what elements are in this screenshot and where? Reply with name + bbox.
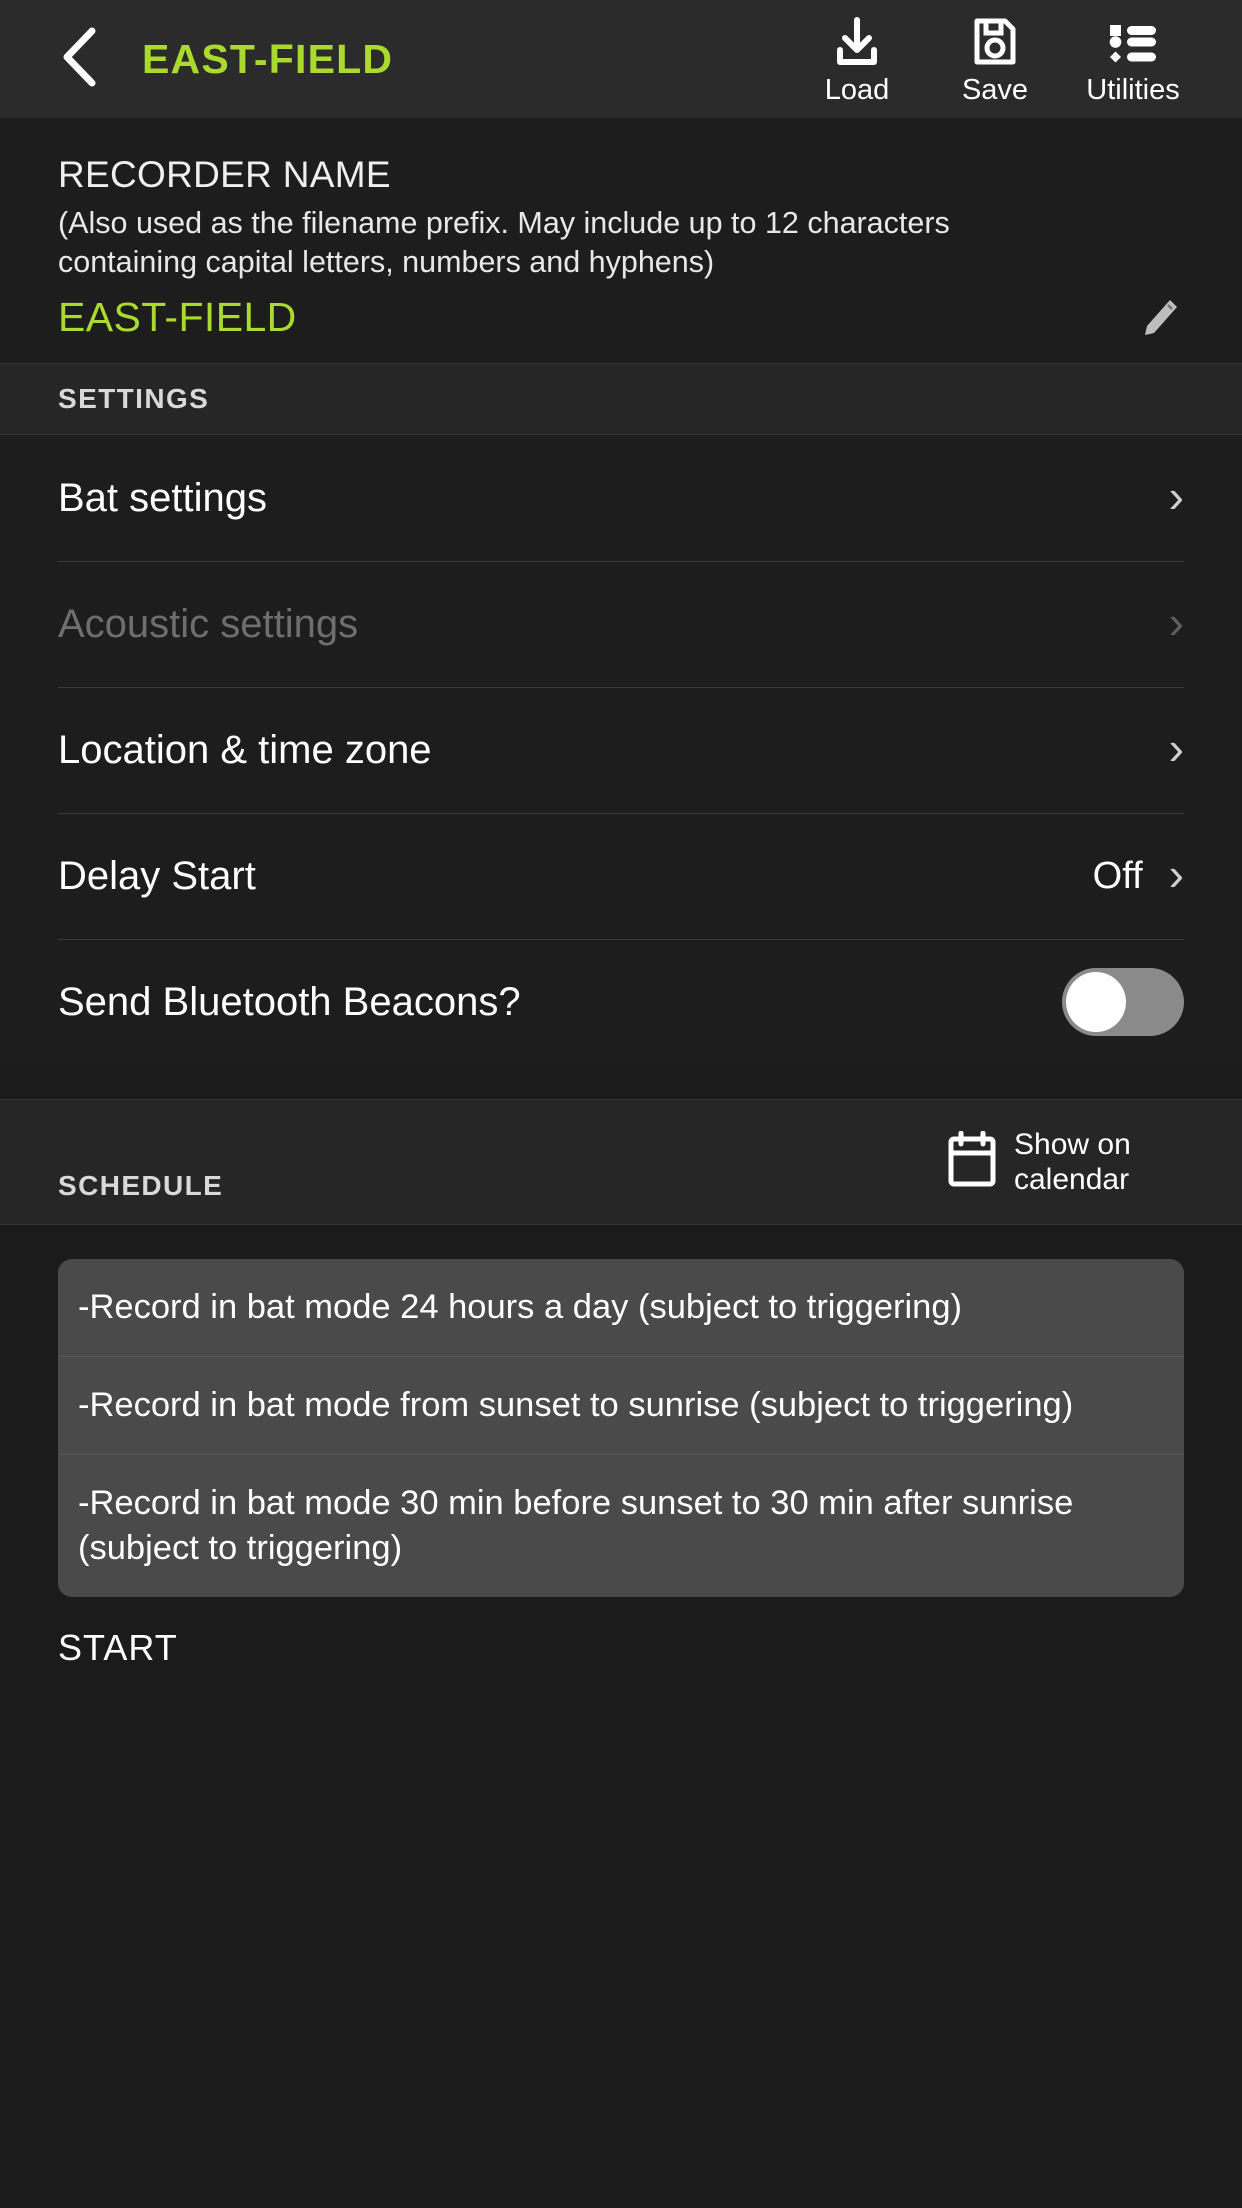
settings-row-label: Location & time zone	[58, 727, 432, 772]
settings-row-accessory: ›	[1168, 596, 1184, 648]
recorder-name-hint: (Also used as the filename prefix. May i…	[58, 206, 950, 279]
settings-row-label: Bat settings	[58, 475, 268, 520]
settings-row-delay-start[interactable]: Delay Start Off ›	[58, 813, 1184, 939]
chevron-right-icon: ›	[1168, 848, 1184, 900]
utilities-button[interactable]: Utilities	[1064, 12, 1202, 107]
pencil-icon[interactable]	[1140, 297, 1180, 339]
start-label: START	[58, 1627, 178, 1668]
settings-row-label: Acoustic settings	[58, 601, 359, 646]
section-spacer	[0, 1065, 1242, 1099]
recorder-name-value: EAST-FIELD	[58, 294, 297, 340]
toggle-knob	[1066, 972, 1126, 1032]
app-header: EAST-FIELD Load Save Utilities	[0, 0, 1242, 118]
settings-row-label: Send Bluetooth Beacons?	[58, 979, 521, 1024]
back-button[interactable]	[58, 23, 118, 95]
header-actions: Load Save Utilities	[788, 12, 1202, 107]
download-icon	[833, 16, 881, 68]
schedule-list-wrapper: -Record in bat mode 24 hours a day (subj…	[0, 1225, 1242, 2208]
recorder-name-row[interactable]: EAST-FIELD	[58, 294, 1184, 363]
chevron-right-icon: ›	[1168, 596, 1184, 648]
utilities-button-label: Utilities	[1086, 73, 1180, 106]
floppy-disk-icon	[972, 16, 1018, 68]
bluetooth-beacons-toggle[interactable]	[1062, 968, 1184, 1036]
show-on-calendar-label: Show on calendar	[1014, 1128, 1131, 1196]
schedule-card: -Record in bat mode 24 hours a day (subj…	[58, 1259, 1184, 1597]
schedule-item[interactable]: -Record in bat mode from sunset to sunri…	[58, 1356, 1184, 1454]
show-on-calendar-button[interactable]: Show on calendar	[946, 1127, 1184, 1197]
settings-section-header: SETTINGS	[0, 363, 1242, 435]
schedule-section-label: SCHEDULE	[58, 1170, 224, 1201]
settings-row-location-time-zone[interactable]: Location & time zone ›	[58, 687, 1184, 813]
recorder-name-title: RECORDER NAME	[58, 154, 391, 195]
schedule-item[interactable]: -Record in bat mode 30 min before sunset…	[58, 1454, 1184, 1597]
calendar-icon	[946, 1130, 998, 1194]
load-button-label: Load	[824, 73, 890, 106]
settings-row-accessory: ›	[1168, 722, 1184, 774]
schedule-item[interactable]: -Record in bat mode 24 hours a day (subj…	[58, 1259, 1184, 1356]
settings-section-label: SETTINGS	[58, 383, 210, 414]
settings-row-bat-settings[interactable]: Bat settings ›	[58, 435, 1184, 561]
page-title: EAST-FIELD	[142, 35, 394, 82]
recorder-name-section: RECORDER NAME (Also used as the filename…	[0, 118, 1242, 363]
delay-start-value: Off	[1092, 854, 1143, 897]
settings-row-accessory: Off ›	[1092, 848, 1184, 900]
save-button[interactable]: Save	[926, 12, 1064, 107]
settings-list: Bat settings › Acoustic settings › Locat…	[0, 435, 1242, 1065]
settings-row-label: Delay Start	[58, 853, 256, 898]
list-bullets-icon	[1108, 16, 1158, 68]
load-button[interactable]: Load	[788, 12, 926, 107]
settings-row-accessory: ›	[1168, 470, 1184, 522]
chevron-right-icon: ›	[1168, 722, 1184, 774]
save-button-label: Save	[961, 73, 1029, 106]
settings-row-bluetooth-beacons[interactable]: Send Bluetooth Beacons?	[58, 939, 1184, 1065]
settings-row-acoustic-settings[interactable]: Acoustic settings ›	[58, 561, 1184, 687]
chevron-right-icon: ›	[1168, 470, 1184, 522]
schedule-section-header: SCHEDULE Show on calendar	[0, 1099, 1242, 1225]
chevron-left-icon	[58, 26, 102, 93]
app-screen: EAST-FIELD Load Save Utilities RECORDER …	[0, 0, 1242, 2208]
